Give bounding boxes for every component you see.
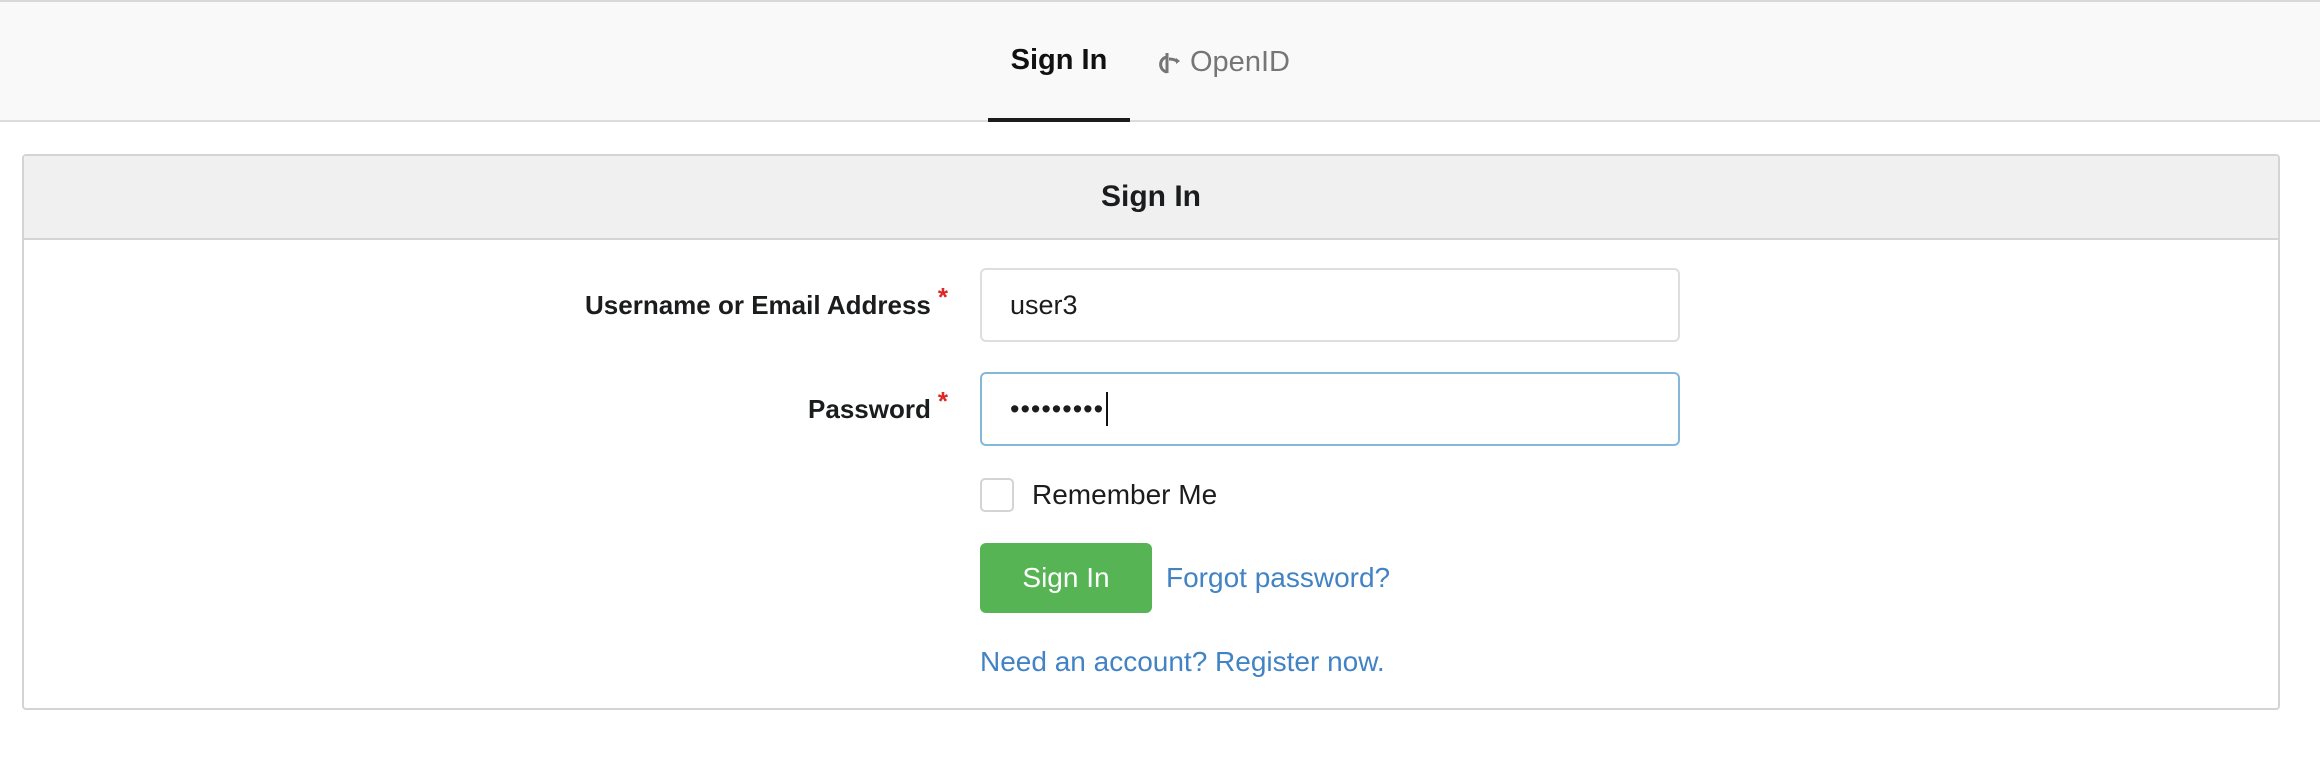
sign-in-button[interactable]: Sign In: [980, 543, 1152, 613]
password-value: •••••••••: [1010, 393, 1105, 424]
remember-me-checkbox[interactable]: [980, 478, 1014, 512]
tab-sign-in-label: Sign In: [1010, 43, 1108, 76]
username-field[interactable]: user3: [980, 268, 1680, 342]
required-marker: *: [937, 386, 948, 416]
password-label: Password *: [808, 386, 948, 425]
username-label-text: Username or Email Address: [585, 290, 931, 320]
register-link[interactable]: Need an account? Register now.: [980, 646, 1385, 678]
remember-me-label[interactable]: Remember Me: [1032, 478, 1217, 512]
panel-title: Sign In: [24, 156, 2278, 240]
tab-sign-in[interactable]: Sign In: [988, 2, 1130, 122]
openid-icon: [1154, 47, 1184, 77]
text-caret: [1106, 392, 1109, 426]
tab-openid-label: OpenID: [1190, 45, 1290, 78]
password-label-text: Password: [808, 394, 931, 424]
password-field[interactable]: •••••••••: [980, 372, 1680, 446]
username-label: Username or Email Address *: [585, 282, 948, 321]
forgot-password-link[interactable]: Forgot password?: [1166, 562, 1390, 594]
required-marker: *: [937, 282, 948, 312]
tab-openid[interactable]: OpenID: [1148, 2, 1290, 122]
username-value: user3: [1010, 289, 1078, 320]
tab-bar: Sign In OpenID: [0, 0, 2320, 122]
